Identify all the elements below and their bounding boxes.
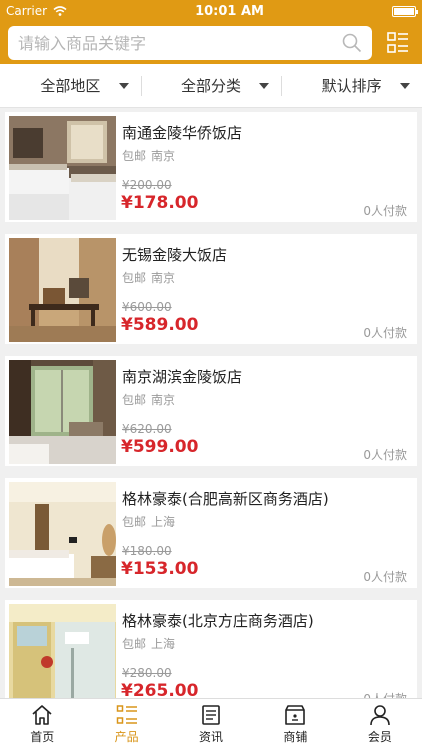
location-label: 南京 bbox=[151, 393, 176, 407]
filter-sort[interactable]: 默认排序 bbox=[281, 64, 422, 107]
original-price: ¥280.00 bbox=[122, 666, 172, 680]
product-image bbox=[9, 238, 116, 342]
product-name: 格林豪泰(合肥高新区商务酒店) bbox=[122, 490, 329, 508]
product-name: 南通金陵华侨饭店 bbox=[122, 124, 243, 142]
sales-count: 0人付款 bbox=[363, 448, 407, 462]
tab-shop[interactable]: 商铺 bbox=[253, 699, 337, 750]
status-bar: Carrier 10:01 AM bbox=[0, 0, 422, 22]
sale-price: ¥153.00 bbox=[121, 559, 199, 579]
product-meta: 包邮 南京 bbox=[122, 147, 175, 164]
shipping-label: 包邮 bbox=[122, 393, 147, 407]
status-time: 10:01 AM bbox=[195, 3, 264, 19]
tab-home-label: 首页 bbox=[30, 730, 55, 744]
shipping-label: 包邮 bbox=[122, 515, 147, 529]
caret-down-icon bbox=[118, 83, 129, 89]
sales-count: 0人付款 bbox=[363, 326, 407, 340]
filter-bar: 全部地区 全部分类 默认排序 bbox=[0, 64, 422, 108]
product-list-icon bbox=[116, 705, 137, 724]
location-label: 南京 bbox=[151, 149, 176, 163]
tab-shop-label: 商铺 bbox=[283, 730, 308, 744]
tab-news-label: 资讯 bbox=[199, 730, 224, 744]
filter-category[interactable]: 全部分类 bbox=[140, 64, 282, 107]
product-meta: 包邮 南京 bbox=[122, 391, 175, 408]
tab-home[interactable]: 首页 bbox=[0, 699, 84, 750]
product-card[interactable]: 南通金陵华侨饭店 包邮 南京 ¥200.00 ¥178.00 0人付款 bbox=[5, 112, 417, 222]
product-name: 无锡金陵大饭店 bbox=[122, 246, 228, 264]
product-image bbox=[9, 604, 116, 698]
location-label: 上海 bbox=[151, 637, 176, 651]
product-name: 格林豪泰(北京方庄商务酒店) bbox=[122, 612, 314, 630]
location-label: 上海 bbox=[151, 515, 176, 529]
original-price: ¥620.00 bbox=[122, 422, 172, 436]
product-image bbox=[9, 360, 116, 464]
product-image bbox=[9, 482, 116, 586]
tab-products-label: 产品 bbox=[114, 730, 139, 744]
product-card[interactable]: 格林豪泰(北京方庄商务酒店) 包邮上海 ¥280.00 ¥265.00 0人付款 bbox=[5, 600, 417, 698]
caret-down-icon bbox=[259, 83, 270, 89]
carrier-label: Carrier bbox=[6, 4, 48, 18]
product-meta: 包邮 上海 bbox=[122, 635, 175, 652]
sales-count: 0人付款 bbox=[363, 204, 407, 218]
sale-price: ¥589.00 bbox=[121, 315, 199, 335]
filter-region[interactable]: 全部地区 bbox=[0, 64, 141, 107]
shop-icon bbox=[285, 705, 306, 725]
product-card[interactable]: 南京湖滨金陵饭店 包邮 南京 ¥620.00 ¥599.00 0人付款 bbox=[5, 356, 417, 466]
battery-icon bbox=[391, 5, 418, 17]
sales-count: 0人付款 bbox=[363, 570, 407, 584]
sale-price: ¥178.00 bbox=[121, 193, 199, 213]
location-label: 南京 bbox=[151, 271, 176, 285]
shipping-label: 包邮 bbox=[122, 637, 147, 651]
product-image bbox=[9, 116, 116, 220]
tab-member[interactable]: 会员 bbox=[338, 699, 422, 750]
product-card[interactable]: 无锡金陵大饭店 包邮 南京 ¥600.00 ¥589.00 0人付款 bbox=[5, 234, 417, 344]
wifi-icon bbox=[53, 6, 67, 16]
search-icon[interactable] bbox=[342, 33, 362, 53]
tab-products[interactable]: 产品 bbox=[84, 699, 168, 750]
original-price: ¥200.00 bbox=[122, 178, 172, 192]
filter-sort-label: 默认排序 bbox=[321, 77, 382, 95]
tab-bar: 首页 产品 资讯 商铺 会员 bbox=[0, 698, 422, 750]
product-name: 南京湖滨金陵饭店 bbox=[122, 368, 243, 386]
product-meta: 包邮 南京 bbox=[122, 269, 175, 286]
top-bar: Carrier 10:01 AM bbox=[0, 0, 422, 64]
search-input[interactable] bbox=[18, 33, 342, 53]
member-icon bbox=[370, 705, 390, 726]
search-box[interactable] bbox=[8, 26, 372, 60]
product-meta: 包邮 上海 bbox=[122, 513, 175, 530]
original-price: ¥600.00 bbox=[122, 300, 172, 314]
tab-news[interactable]: 资讯 bbox=[169, 699, 253, 750]
shipping-label: 包邮 bbox=[122, 271, 147, 285]
news-icon bbox=[202, 705, 220, 725]
sale-price: ¥599.00 bbox=[121, 437, 199, 457]
tab-member-label: 会员 bbox=[367, 730, 392, 744]
filter-category-label: 全部分类 bbox=[181, 77, 242, 95]
category-grid-button[interactable] bbox=[382, 27, 414, 59]
sale-price: ¥265.00 bbox=[121, 681, 199, 698]
home-icon bbox=[32, 705, 52, 725]
sales-count: 0人付款 bbox=[363, 690, 407, 698]
product-card[interactable]: 格林豪泰(合肥高新区商务酒店) 包邮 上海 ¥180.00 ¥153.00 0人付… bbox=[5, 478, 417, 588]
filter-region-label: 全部地区 bbox=[40, 77, 101, 95]
original-price: ¥180.00 bbox=[122, 544, 172, 558]
shipping-label: 包邮 bbox=[122, 149, 147, 163]
product-list: 南通金陵华侨饭店 包邮 南京 ¥200.00 ¥178.00 0人付款 无锡金陵大… bbox=[0, 108, 422, 698]
caret-down-icon bbox=[400, 83, 411, 89]
category-grid-icon bbox=[387, 32, 408, 53]
